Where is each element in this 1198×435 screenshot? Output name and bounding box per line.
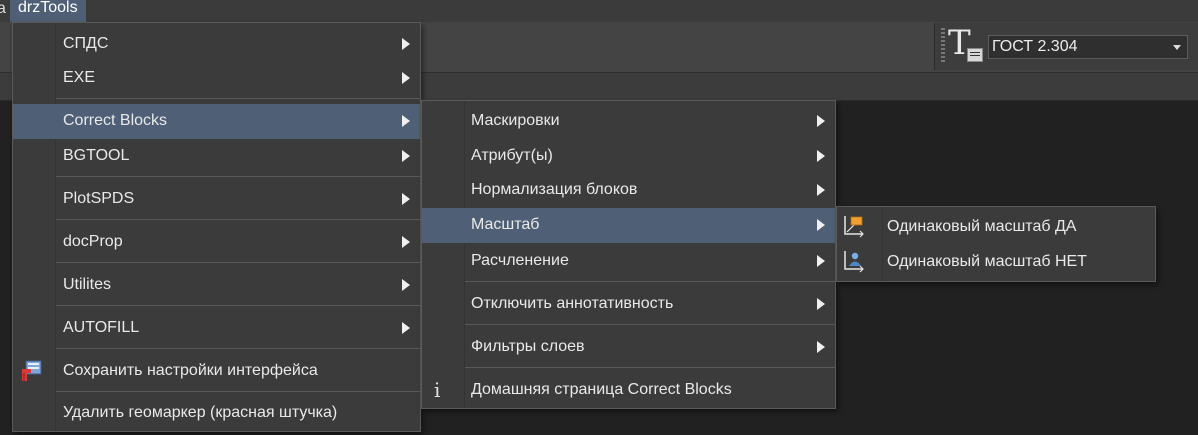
menu-item-label: PlotSPDS [63, 190, 135, 207]
submenu-arrow-icon [817, 219, 825, 231]
menu-item-label: СПДС [63, 35, 109, 52]
menu-item-label: Correct Blocks [63, 112, 168, 129]
menu-item-layer-filters[interactable]: Фильтры слоев [422, 330, 835, 365]
menu-item-label: Масштаб [471, 216, 540, 233]
scale-no-icon [844, 251, 864, 273]
submenu-arrow-icon [402, 38, 410, 50]
menu-item-disable-annotative[interactable]: Отключить аннотативность [422, 287, 835, 322]
text-style-icon[interactable]: T [948, 24, 986, 66]
menu-item-label: Одинаковый масштаб ДА [887, 218, 1077, 235]
drztools-menu: СПДС EXE Correct Blocks BGTOOL PlotSPDS … [12, 22, 421, 432]
menu-item-attributes[interactable]: Атрибут(ы) [422, 139, 835, 174]
submenu-arrow-icon [817, 298, 825, 310]
menu-item-bgtool[interactable]: BGTOOL [13, 139, 420, 174]
menu-bar-item-previous[interactable]: a [0, 0, 6, 22]
menu-item-plotspds[interactable]: PlotSPDS [13, 182, 420, 217]
menu-separator [56, 262, 420, 263]
submenu-arrow-icon [402, 72, 410, 84]
save-settings-icon [22, 360, 42, 381]
menu-separator [56, 348, 420, 349]
menu-item-same-scale-yes[interactable]: Одинаковый масштаб ДА [837, 210, 1155, 245]
submenu-arrow-icon [402, 236, 410, 248]
scale-menu: Одинаковый масштаб ДА Одинаковый масштаб… [836, 206, 1156, 282]
menu-item-explode[interactable]: Расчленение [422, 244, 835, 279]
menu-item-same-scale-no[interactable]: Одинаковый масштаб НЕТ [837, 245, 1155, 280]
submenu-arrow-icon [402, 115, 410, 127]
menu-item-label: Атрибут(ы) [471, 147, 553, 164]
menu-item-label: Одинаковый масштаб НЕТ [887, 253, 1087, 270]
menu-item-spds[interactable]: СПДС [13, 27, 420, 62]
menu-item-label: Utilites [63, 276, 112, 293]
menu-bar-item-drztools[interactable]: drzTools [10, 0, 86, 22]
menu-item-label: docProp [63, 233, 123, 250]
submenu-arrow-icon [402, 279, 410, 291]
menu-item-label: Удалить геомаркер (красная штучка) [63, 404, 338, 421]
correct-blocks-menu: Маскировки Атрибут(ы) Нормализация блоко… [421, 100, 836, 409]
menu-separator [56, 305, 420, 306]
menu-separator [56, 391, 420, 392]
menu-item-delete-geomarker[interactable]: Удалить геомаркер (красная штучка) [13, 396, 420, 431]
menu-separator [56, 219, 420, 220]
menu-item-utilites[interactable]: Utilites [13, 268, 420, 303]
menu-item-scale[interactable]: Масштаб [422, 208, 835, 243]
menu-item-label: Отключить аннотативность [471, 295, 674, 312]
info-icon: i [434, 378, 441, 402]
menu-item-label: AUTOFILL [63, 319, 140, 336]
submenu-arrow-icon [817, 341, 825, 353]
menu-separator [465, 324, 835, 325]
menu-item-label: Нормализация блоков [471, 181, 638, 198]
menu-item-normalize-blocks[interactable]: Нормализация блоков [422, 173, 835, 208]
menu-item-docprop[interactable]: docProp [13, 225, 420, 260]
menu-item-label: Расчленение [471, 252, 569, 269]
menu-separator [56, 176, 420, 177]
menu-item-label: EXE [63, 69, 96, 86]
submenu-arrow-icon [817, 115, 825, 127]
menu-bar: a drzTools [0, 0, 1198, 22]
menu-item-correct-blocks[interactable]: Correct Blocks [13, 104, 420, 139]
submenu-arrow-icon [817, 150, 825, 162]
submenu-arrow-icon [402, 150, 410, 162]
toolbar-grip[interactable] [941, 28, 945, 64]
submenu-arrow-icon [402, 322, 410, 334]
menu-separator [56, 98, 420, 99]
submenu-arrow-icon [817, 255, 825, 267]
menu-item-label: BGTOOL [63, 147, 130, 164]
chevron-down-icon [1173, 45, 1181, 50]
text-style-dropdown[interactable]: ГОСТ 2.304 [988, 35, 1188, 59]
menu-item-masking[interactable]: Маскировки [422, 104, 835, 139]
menu-item-save-interface-settings[interactable]: Сохранить настройки интерфейса [13, 354, 420, 389]
menu-item-exe[interactable]: EXE [13, 61, 420, 96]
menu-item-label: Маскировки [471, 112, 560, 129]
submenu-arrow-icon [402, 193, 410, 205]
menu-item-correct-blocks-homepage[interactable]: i Домашняя страница Correct Blocks [422, 373, 835, 408]
menu-item-label: Сохранить настройки интерфейса [63, 362, 318, 379]
menu-item-label: Фильтры слоев [471, 338, 585, 355]
text-style-value: ГОСТ 2.304 [992, 38, 1078, 55]
menu-separator [465, 281, 835, 282]
menu-item-label: Домашняя страница Correct Blocks [471, 381, 732, 398]
submenu-arrow-icon [817, 184, 825, 196]
menu-separator [465, 367, 835, 368]
menu-item-autofill[interactable]: AUTOFILL [13, 311, 420, 346]
scale-yes-icon [844, 216, 864, 238]
